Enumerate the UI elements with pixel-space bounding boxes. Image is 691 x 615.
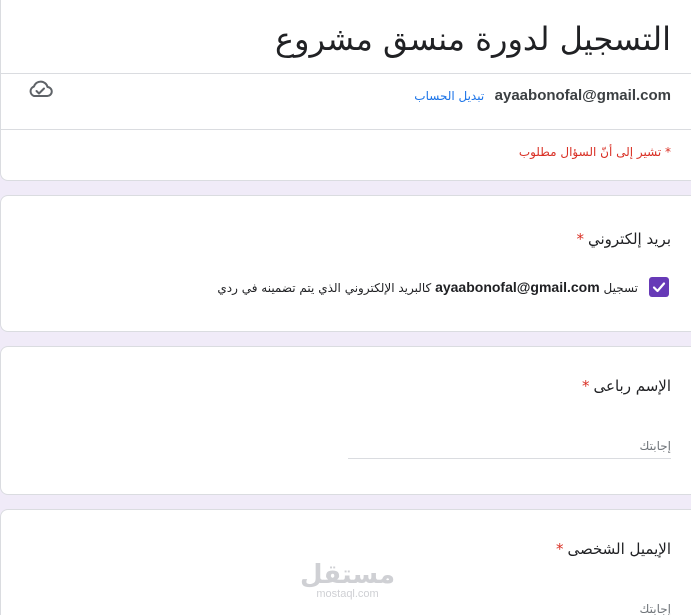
question-card-personal-email: الإيميل الشخصى*	[0, 509, 691, 615]
personal-email-input[interactable]	[348, 596, 671, 615]
question-card-email: بريد إلكتروني* تسجيل ayaabonofal@gmail.c…	[0, 195, 691, 332]
cloud-saved-icon[interactable]	[27, 78, 53, 100]
question-title: الإيميل الشخصى*	[556, 540, 671, 558]
record-email-suffix: كالبريد الإلكتروني الذي يتم تضمينه في رد…	[217, 281, 432, 295]
form-header-card: التسجيل لدورة منسق مشروع ayaabonofal@gma…	[0, 0, 691, 181]
check-icon	[652, 282, 666, 293]
record-email-label: تسجيل ayaabonofal@gmail.com كالبريد الإل…	[217, 279, 638, 295]
question-title: بريد إلكتروني*	[576, 230, 671, 248]
divider	[1, 129, 691, 130]
form-title: التسجيل لدورة منسق مشروع	[274, 20, 671, 58]
question-title-text: بريد إلكتروني	[587, 230, 671, 248]
required-asterisk: *	[576, 230, 584, 248]
full-name-input[interactable]	[348, 433, 671, 459]
divider	[1, 73, 691, 74]
question-card-full-name: الإسم رباعى*	[0, 346, 691, 495]
required-asterisk: *	[555, 540, 564, 558]
record-email-prefix: تسجيل	[603, 281, 639, 295]
question-title-text: الإيميل الشخصى	[567, 540, 671, 558]
record-email-checkbox[interactable]	[649, 277, 669, 297]
required-asterisk: *	[582, 377, 590, 395]
question-title: الإسم رباعى*	[582, 377, 671, 395]
question-title-text: الإسم رباعى	[593, 377, 671, 395]
switch-account-link[interactable]: تبديل الحساب	[414, 89, 484, 103]
required-note: * تشير إلى أنّ السؤال مطلوب	[518, 145, 671, 159]
record-email-address: ayaabonofal@gmail.com	[435, 279, 600, 295]
account-email: ayaabonofal@gmail.com	[494, 87, 671, 104]
account-row: ayaabonofal@gmail.com تبديل الحساب	[414, 87, 671, 104]
